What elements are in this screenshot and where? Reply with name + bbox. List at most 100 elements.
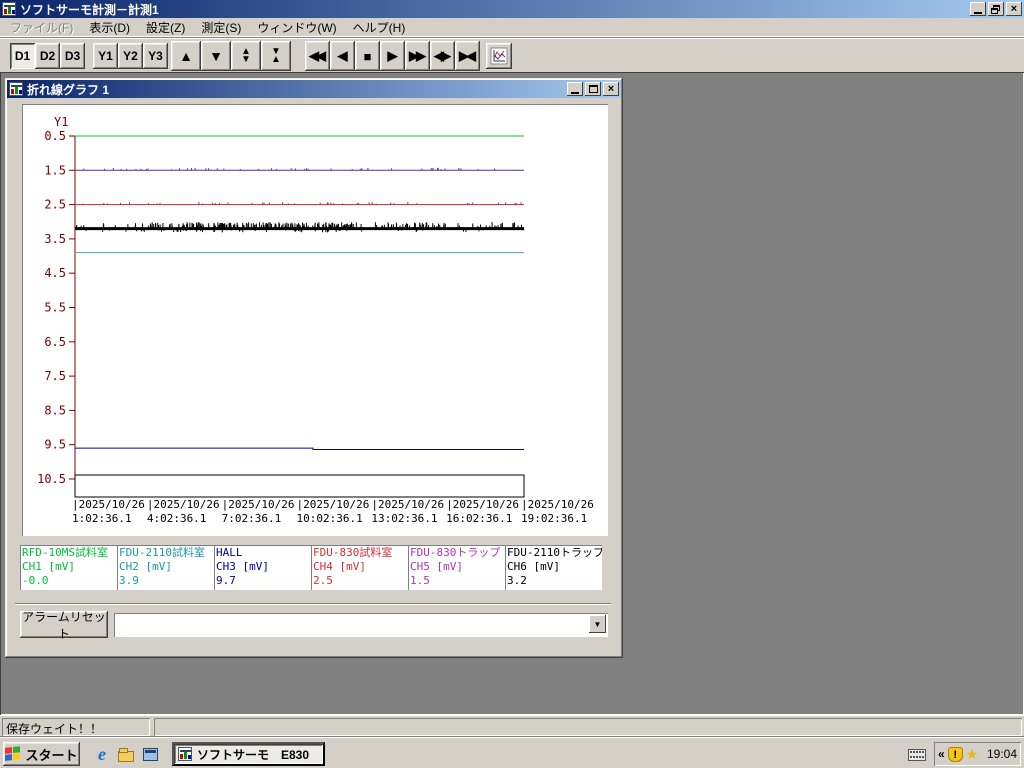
toolbar-expand-vertical-icon[interactable]: ▲ ▼ bbox=[231, 41, 261, 71]
legend-device: HALL bbox=[216, 546, 243, 559]
legend-value: -0.0 bbox=[22, 574, 49, 587]
toolbar-compress-vertical-icon[interactable]: ▼ ▲ bbox=[261, 41, 291, 71]
x-tick-date: |2025/10/26 bbox=[297, 498, 370, 511]
x-tick-time: 1:02:36.1 bbox=[72, 512, 132, 525]
close-button[interactable]: × bbox=[1006, 2, 1022, 16]
legend-device: FDU-830トラップ bbox=[410, 546, 501, 559]
tray-clock: 19:04 bbox=[986, 747, 1017, 761]
minimize-button[interactable] bbox=[970, 2, 986, 16]
internet-explorer-icon[interactable]: e bbox=[92, 744, 112, 764]
legend-channel: CH3 [mV] bbox=[216, 560, 269, 573]
system-tray: « ! ★ 19:04 bbox=[934, 742, 1021, 766]
combobox-dropdown-button[interactable]: ▼ bbox=[589, 615, 606, 633]
status-bar: 保存ウェイト！！ bbox=[0, 715, 1024, 737]
maximize-icon bbox=[588, 85, 598, 93]
toolbar-step-left-icon[interactable]: ◀ bbox=[330, 41, 355, 71]
series-ch3 bbox=[75, 447, 524, 451]
window-title: ソフトサーモ計測－計測1 bbox=[20, 2, 159, 17]
alarm-reset-button[interactable]: アラームリセット bbox=[20, 610, 108, 641]
graph-maximize-button[interactable] bbox=[585, 82, 601, 96]
toolbar-button-y2[interactable]: Y2 bbox=[118, 43, 143, 69]
toolbar-step-right-icon[interactable]: ▶ bbox=[380, 41, 405, 71]
y-axis-label: Y1 bbox=[54, 115, 68, 129]
x-tick-time: 4:02:36.1 bbox=[147, 512, 207, 525]
chevron-down-icon: ▼ bbox=[593, 619, 602, 629]
restore-icon bbox=[991, 4, 1001, 14]
bottom-strip bbox=[74, 474, 525, 498]
start-button[interactable]: スタート bbox=[3, 742, 80, 766]
taskbar: スタート e ソフトサーモ E830 « ! ★ 19:04 bbox=[0, 737, 1024, 768]
tray-chevrons[interactable]: « bbox=[938, 747, 945, 761]
menu-bar: ファイル(F) 表示(D) 設定(Z) 測定(S) ウィンドウ(W) ヘルプ(H) bbox=[0, 18, 1024, 37]
toolbar-stop-icon[interactable]: ■ bbox=[355, 41, 380, 71]
expand-horizontal-icon: ◀▶ bbox=[434, 48, 451, 63]
graph-icon bbox=[490, 47, 508, 65]
toolbar-scroll-down-icon[interactable]: ▼ bbox=[201, 41, 231, 71]
fast-forward-icon: ▶▶ bbox=[409, 48, 426, 63]
x-tick-date: |2025/10/26 bbox=[72, 498, 145, 511]
toolbar-graph-settings-button[interactable] bbox=[486, 43, 512, 69]
toolbar-button-d2[interactable]: D2 bbox=[35, 43, 60, 69]
start-label: スタート bbox=[25, 747, 78, 763]
toolbar-button-d3[interactable]: D3 bbox=[60, 43, 85, 69]
y-tick-label: 5.5 bbox=[44, 301, 66, 315]
legend-channel: CH5 [mV] bbox=[410, 560, 463, 573]
legend-device: FDU-2110トラップ bbox=[507, 546, 602, 559]
mdi-workspace: 折れ線グラフ 1 × Y1 0.5 1.5 2.5 3.5 4.5 5.5 6.5 7.5 8.5… bbox=[0, 72, 1024, 715]
y-tick-label: 10.5 bbox=[37, 472, 66, 486]
toolbar-go-to-end-icon[interactable]: ▶◀ bbox=[455, 41, 480, 71]
scroll-up-icon: ▲ bbox=[179, 48, 193, 64]
x-tick-date: |2025/10/26 bbox=[371, 498, 444, 511]
step-left-icon: ◀ bbox=[337, 48, 348, 63]
x-tick-time: 7:02:36.1 bbox=[222, 512, 282, 525]
line-chart: Y10.5 1.5 2.5 3.5 4.5 5.5 6.5 7.5 8.5 9.5 10.5 |202… bbox=[37, 115, 594, 525]
x-tick-time: 10:02:36.1 bbox=[297, 512, 363, 525]
legend-device: RFD-10MS試料室 bbox=[22, 546, 108, 559]
main-titlebar: ソフトサーモ計測－計測1 × bbox=[0, 0, 1024, 18]
security-shield-icon[interactable]: ! bbox=[947, 746, 963, 762]
alarm-combobox[interactable]: ▼ bbox=[114, 613, 608, 637]
status-message: 保存ウェイト！！ bbox=[2, 718, 150, 736]
menu-item[interactable]: 測定(S) bbox=[193, 17, 249, 38]
step-right-icon: ▶ bbox=[387, 48, 398, 63]
graph-child-window: 折れ線グラフ 1 × Y1 0.5 1.5 2.5 3.5 4.5 5.5 6.5 7.5 8.5… bbox=[5, 78, 623, 658]
legend-value: 3.2 bbox=[507, 574, 527, 587]
y-tick-label: 9.5 bbox=[44, 438, 66, 452]
toolbar-scroll-up-icon[interactable]: ▲ bbox=[171, 41, 201, 71]
menu-item[interactable]: 表示(D) bbox=[81, 17, 138, 38]
y-tick-label: 6.5 bbox=[44, 335, 66, 349]
legend-channel: CH1 [mV] bbox=[22, 560, 75, 573]
legend-device: FDU-830試料室 bbox=[313, 546, 393, 559]
toolbar-fast-rewind-icon[interactable]: ◀◀ bbox=[305, 41, 330, 71]
task-app-icon bbox=[178, 747, 192, 761]
graph-window-icon bbox=[9, 82, 23, 96]
menu-item[interactable]: 設定(Z) bbox=[138, 17, 193, 38]
x-tick-time: 19:02:36.1 bbox=[521, 512, 587, 525]
toolbar-button-y1[interactable]: Y1 bbox=[93, 43, 118, 69]
toolbar-fast-forward-icon[interactable]: ▶▶ bbox=[405, 41, 430, 71]
menu-item[interactable]: ウィンドウ(W) bbox=[249, 17, 344, 38]
y-tick-label: 1.5 bbox=[44, 163, 66, 177]
star-icon[interactable]: ★ bbox=[966, 746, 979, 763]
graph-close-button[interactable]: × bbox=[603, 82, 619, 96]
graph-window-title: 折れ線グラフ 1 bbox=[27, 82, 110, 97]
status-pane-secondary bbox=[154, 718, 1022, 736]
graph-minimize-button[interactable] bbox=[567, 82, 583, 96]
keyboard-icon[interactable] bbox=[908, 749, 926, 761]
channel-legend: RFD-10MS試料室 CH1 [mV] -0.0 FDU-2110試料室 CH2 [m… bbox=[20, 545, 602, 590]
screen: { "window": { "title": "ソフトサーモ計測－計測1" },… bbox=[0, 0, 1024, 768]
legend-channel: CH6 [mV] bbox=[507, 560, 560, 573]
minimize-icon bbox=[571, 92, 579, 94]
toolbar-button-d1[interactable]: D1 bbox=[10, 43, 35, 69]
folder-icon[interactable] bbox=[116, 744, 136, 764]
desktop-app-icon[interactable] bbox=[140, 744, 160, 764]
menu-item[interactable]: ヘルプ(H) bbox=[345, 17, 414, 38]
taskbar-app-button[interactable]: ソフトサーモ E830 bbox=[172, 742, 325, 766]
legend-cell-ch3: HALL CH3 [mV] 9.7 bbox=[214, 545, 311, 590]
legend-value: 3.9 bbox=[119, 574, 139, 587]
restore-button[interactable] bbox=[988, 2, 1004, 16]
y-tick-label: 2.5 bbox=[44, 198, 66, 212]
toolbar-button-y3[interactable]: Y3 bbox=[143, 43, 168, 69]
toolbar-expand-horizontal-icon[interactable]: ◀▶ bbox=[430, 41, 455, 71]
graph-window-titlebar[interactable]: 折れ線グラフ 1 × bbox=[7, 80, 621, 98]
